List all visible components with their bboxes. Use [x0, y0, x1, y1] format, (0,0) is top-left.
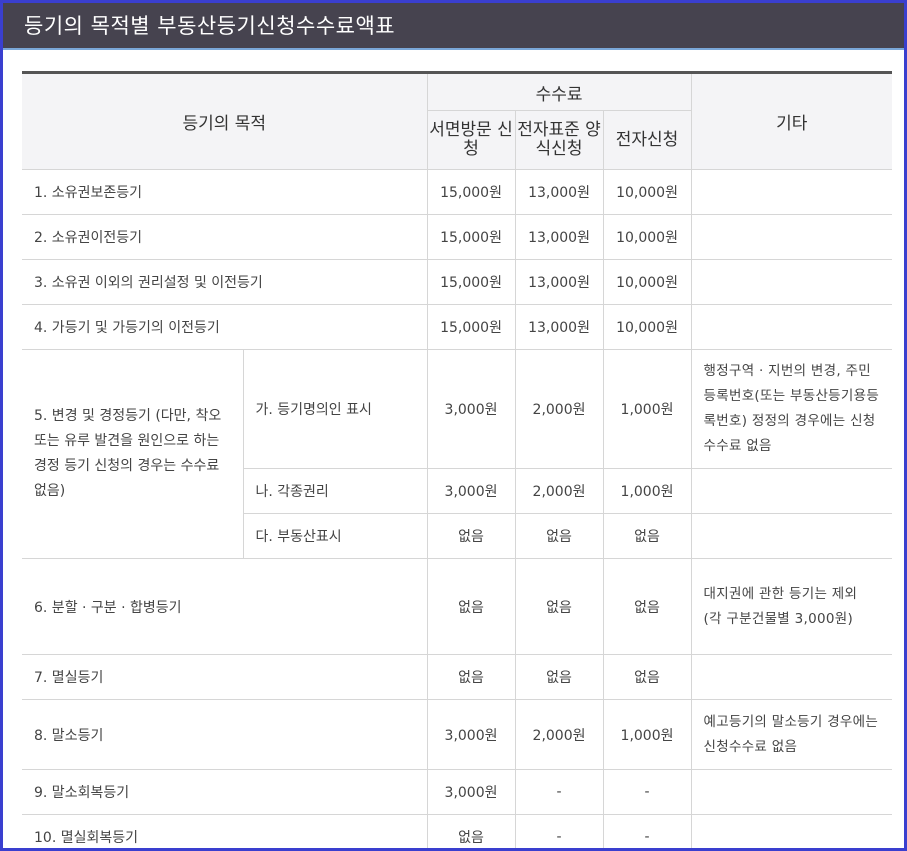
row-fee-electronic: - — [602, 814, 692, 848]
fee-table-container: 등기의 목적 수수료 기타 서면방문 신청 전자표준 양식신청 전자신청 1. … — [22, 71, 893, 848]
row-fee-paper: 없음 — [426, 814, 516, 848]
row-fee-paper: 3,000원 — [426, 349, 516, 469]
header-e-standard: 전자표준 양식신청 — [514, 110, 604, 170]
row-subpurpose: 가. 등기명의인 표시 — [242, 349, 428, 469]
row-fee-paper: 3,000원 — [426, 468, 516, 514]
row-fee-electronic: 1,000원 — [602, 349, 692, 469]
row-fee-paper: 15,000원 — [426, 259, 516, 305]
row-fee-standard: 13,000원 — [514, 169, 604, 215]
row-note: 대지권에 관한 등기는 제외 (각 구분건물별 3,000원) — [690, 558, 893, 655]
row-subpurpose: 나. 각종권리 — [243, 468, 428, 514]
table-row: 8. 말소등기 3,000원 2,000원 1,000원 예고등기의 말소등기 … — [22, 699, 893, 770]
row-fee-paper: 없음 — [426, 654, 516, 700]
table-row: 6. 분할 · 구분 · 합병등기 없음 없음 없음 대지권에 관한 등기는 제… — [22, 558, 893, 655]
row-fee-paper: 3,000원 — [426, 769, 516, 815]
row-fee-paper: 3,000원 — [426, 699, 516, 770]
row-fee-electronic: 1,000원 — [602, 468, 692, 514]
row-fee-standard: - — [514, 814, 604, 848]
row-note: 예고등기의 말소등기 경우에는 신청수수료 없음 — [690, 699, 893, 770]
header-row: 등기의 목적 수수료 기타 — [22, 72, 893, 170]
table-row: 1. 소유권보존등기 15,000원 13,000원 10,000원 — [22, 169, 893, 215]
table-row: 4. 가등기 및 가등기의 이전등기 15,000원 13,000원 10,00… — [22, 304, 893, 350]
header-e-filing: 전자신청 — [602, 110, 692, 170]
row-fee-standard: 없음 — [514, 558, 604, 655]
row-fee-standard: 2,000원 — [514, 349, 604, 469]
row-fee-standard: 13,000원 — [514, 214, 604, 260]
row-note — [690, 654, 893, 700]
row-note — [690, 169, 893, 215]
table-row: 5. 변경 및 경정등기 (다만, 착오 또는 유루 발견을 원인으로 하는 경… — [22, 349, 893, 559]
row-note — [690, 304, 893, 350]
row-purpose: 4. 가등기 및 가등기의 이전등기 — [22, 304, 428, 350]
row-fee-electronic: 10,000원 — [602, 214, 692, 260]
table-row: 7. 멸실등기 없음 없음 없음 — [22, 654, 893, 700]
row-note: 행정구역 · 지번의 변경, 주민등록번호(또는 부동산등기용등록번호) 정정의… — [690, 349, 893, 469]
row-purpose: 9. 말소회복등기 — [22, 769, 428, 815]
row-fee-electronic: 1,000원 — [602, 699, 692, 770]
header-paper-visit: 서면방문 신청 — [427, 110, 516, 170]
row-purpose-change: 5. 변경 및 경정등기 (다만, 착오 또는 유루 발견을 원인으로 하는 경… — [22, 349, 244, 559]
header-fee-group: 수수료 — [426, 72, 692, 111]
row-note — [690, 214, 893, 260]
row-purpose: 3. 소유권 이외의 권리설정 및 이전등기 — [22, 259, 428, 305]
row-purpose: 7. 멸실등기 — [22, 654, 428, 700]
row-fee-standard: - — [514, 769, 604, 815]
row-fee-electronic: 10,000원 — [602, 304, 692, 350]
row-purpose: 1. 소유권보존등기 — [22, 169, 428, 215]
row-purpose: 10. 멸실회복등기 — [22, 814, 428, 848]
row-purpose: 6. 분할 · 구분 · 합병등기 — [22, 558, 428, 655]
row-fee-standard: 2,000원 — [514, 699, 604, 770]
row-fee-standard: 없음 — [514, 654, 604, 700]
row-purpose: 2. 소유권이전등기 — [22, 214, 428, 260]
row-fee-electronic: 10,000원 — [602, 259, 692, 305]
row-fee-standard: 없음 — [514, 513, 604, 559]
page-title: 등기의 목적별 부동산등기신청수수료액표 — [3, 3, 904, 50]
row-fee-standard: 13,000원 — [514, 304, 604, 350]
row-fee-electronic: 없음 — [602, 558, 692, 655]
table-row: 9. 말소회복등기 3,000원 - - — [22, 769, 893, 815]
row-fee-paper: 15,000원 — [426, 304, 516, 350]
row-fee-electronic: - — [602, 769, 692, 815]
row-fee-paper: 15,000원 — [426, 169, 516, 215]
row-subpurpose: 다. 부동산표시 — [243, 513, 428, 559]
fee-table: 등기의 목적 수수료 기타 서면방문 신청 전자표준 양식신청 전자신청 1. … — [22, 71, 893, 848]
header-purpose: 등기의 목적 — [22, 72, 428, 170]
row-fee-electronic: 없음 — [602, 654, 692, 700]
row-purpose: 8. 말소등기 — [22, 699, 428, 770]
row-note — [690, 769, 893, 815]
row-note — [690, 513, 893, 559]
header-other: 기타 — [690, 72, 893, 170]
row-fee-electronic: 10,000원 — [602, 169, 692, 215]
row-fee-paper: 없음 — [426, 513, 516, 559]
row-note — [690, 259, 893, 305]
row-fee-paper: 없음 — [426, 558, 516, 655]
row-note — [690, 468, 893, 514]
table-row: 10. 멸실회복등기 없음 - - — [22, 814, 893, 848]
window-frame: 등기의 목적별 부동산등기신청수수료액표 등기의 목적 수수료 기타 서면방문 … — [0, 0, 907, 851]
table-row: 2. 소유권이전등기 15,000원 13,000원 10,000원 — [22, 214, 893, 260]
table-row: 3. 소유권 이외의 권리설정 및 이전등기 15,000원 13,000원 1… — [22, 259, 893, 305]
row-fee-standard: 13,000원 — [514, 259, 604, 305]
row-note — [690, 814, 893, 848]
row-fee-standard: 2,000원 — [514, 468, 604, 514]
row-fee-paper: 15,000원 — [426, 214, 516, 260]
row-fee-electronic: 없음 — [602, 513, 692, 559]
